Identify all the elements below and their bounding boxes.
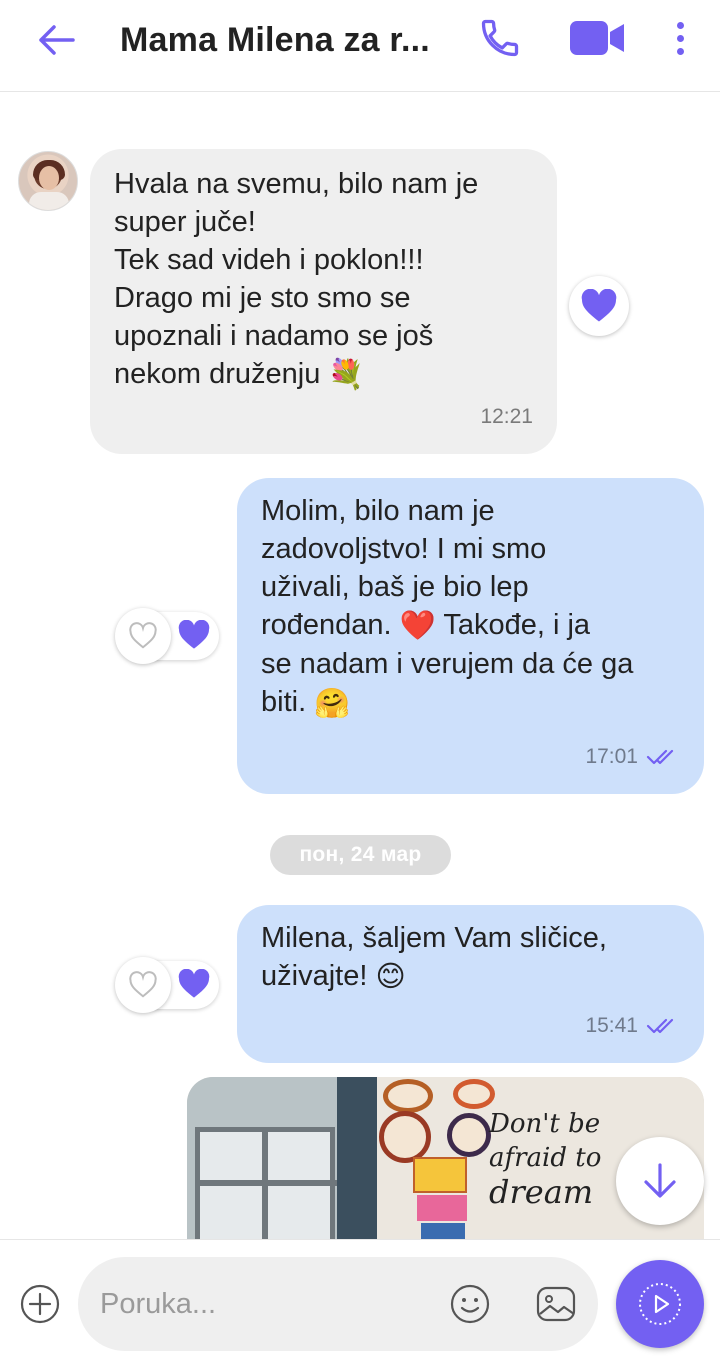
- chat-header: Mama Milena za r...: [0, 0, 720, 92]
- heart-filled-icon: [178, 620, 210, 649]
- smiling-face-emoji: 😊: [375, 961, 406, 994]
- heart-filled-icon: [581, 289, 617, 322]
- more-options-button[interactable]: [668, 16, 692, 60]
- arrow-down-icon: [644, 1163, 676, 1198]
- like-button[interactable]: [115, 957, 171, 1013]
- message-input-container: [78, 1257, 598, 1351]
- gallery-icon: [536, 1286, 576, 1322]
- video-camera-icon: [570, 21, 624, 55]
- bouquet-emoji: 💐: [328, 359, 365, 392]
- add-attachment-button[interactable]: [20, 1284, 60, 1324]
- scroll-to-bottom-button[interactable]: [616, 1137, 704, 1225]
- call-button[interactable]: [478, 16, 522, 60]
- more-vertical-icon: [676, 21, 684, 29]
- message-list[interactable]: Hvala na svemu, bilo nam je super juče! …: [0, 93, 720, 1239]
- gallery-button[interactable]: [534, 1282, 578, 1326]
- video-call-button[interactable]: [568, 18, 628, 58]
- back-button[interactable]: [36, 22, 76, 58]
- incoming-message[interactable]: Hvala na svemu, bilo nam je super juče! …: [90, 149, 557, 454]
- heart-filled-icon: [178, 969, 210, 998]
- chat-screen: Mama Milena za r... Hvala na svemu, bilo…: [0, 0, 720, 1356]
- date-separator: пон, 24 мар: [270, 835, 451, 875]
- message-input[interactable]: [100, 1279, 440, 1329]
- arrow-left-icon: [39, 25, 75, 55]
- message-time: 17:01: [585, 745, 638, 768]
- avatar[interactable]: [18, 151, 78, 211]
- message-text: Milena, šaljem Vam sličice, uživajte!: [261, 922, 607, 992]
- emoji-button[interactable]: [450, 1284, 490, 1324]
- like-button[interactable]: [115, 608, 171, 664]
- chat-title[interactable]: Mama Milena za r...: [120, 18, 440, 62]
- like-button[interactable]: [569, 276, 629, 336]
- message-composer: [0, 1239, 720, 1356]
- double-check-icon: [646, 1018, 674, 1034]
- message-time: 15:41: [585, 1014, 638, 1037]
- phone-icon: [481, 19, 519, 57]
- reaction-group[interactable]: [115, 957, 219, 1013]
- outgoing-message[interactable]: Molim, bilo nam je zadovoljstvo! I mi sm…: [237, 478, 704, 794]
- reaction-group[interactable]: [115, 608, 219, 664]
- message-time: 12:21: [480, 405, 533, 428]
- double-check-icon: [646, 749, 674, 765]
- message-text: Hvala na svemu, bilo nam je super juče! …: [114, 168, 479, 390]
- smiley-icon: [450, 1284, 490, 1324]
- send-button[interactable]: [616, 1260, 704, 1348]
- hugging-face-emoji: 🤗: [314, 687, 351, 720]
- outgoing-message[interactable]: Milena, šaljem Vam sličice, uživajte! 😊 …: [237, 905, 704, 1063]
- red-heart-emoji: ❤️: [399, 610, 436, 643]
- play-circle-icon: [639, 1283, 681, 1325]
- heart-outline-icon: [129, 622, 157, 649]
- plus-circle-icon: [20, 1284, 60, 1324]
- heart-outline-icon: [129, 971, 157, 998]
